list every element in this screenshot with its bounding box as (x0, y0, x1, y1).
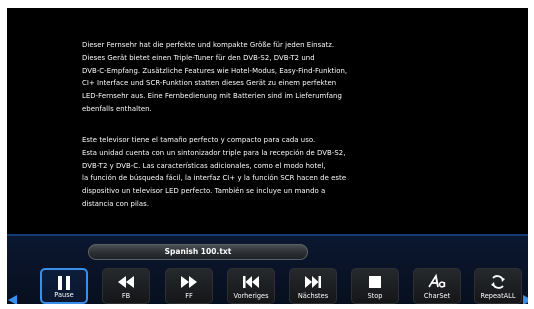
text-line: DVB-T2 y DVB-C. Las características adic… (82, 161, 326, 170)
fast-backward-button[interactable]: FB (102, 268, 150, 304)
repeat-all-label: RepeatALL (480, 292, 516, 300)
pause-label: Pause (54, 291, 74, 299)
text-line: la función de búsqueda fácil, la interfa… (82, 174, 347, 183)
text-line: Dieser Fernsehr hat die perfekte und kom… (82, 41, 335, 49)
pause-icon (58, 276, 70, 290)
fast-forward-icon (181, 276, 197, 288)
paragraph-spanish: Este televisor tiene el tamaño perfecto … (82, 134, 482, 211)
stop-button[interactable]: Stop (351, 268, 399, 304)
repeat-icon (491, 275, 505, 289)
text-viewer: Dieser Fernsehr hat die perfekte und kom… (7, 8, 528, 234)
text-line: Esta unidad cuenta con un sintonizador t… (82, 148, 346, 157)
previous-label: Vorheriges (233, 292, 269, 300)
arrow-left-icon[interactable] (8, 295, 17, 304)
fast-forward-button[interactable]: FF (165, 268, 213, 304)
text-line: dispositivo un televisor LED perfecto. T… (82, 187, 326, 196)
text-line: distancia con pilas. (82, 199, 150, 208)
tv-screen: Dieser Fernsehr hat die perfekte und kom… (7, 8, 528, 304)
skip-next-icon (305, 276, 321, 288)
text-line: CI+ Interface und SCR-Funktion statten d… (82, 79, 337, 88)
fast-backward-label: FB (121, 292, 131, 300)
filename-bar: Spanish 100.txt (88, 244, 308, 260)
stop-label: Stop (367, 292, 383, 300)
fast-forward-label: FF (185, 292, 193, 300)
paragraph-german: Dieser Fernsehr hat die perfekte und kom… (82, 39, 482, 116)
text-line: Este televisor tiene el tamaño perfecto … (82, 136, 316, 144)
text-line: ebenfalls enthalten. (82, 104, 152, 113)
next-label: Nächstes (297, 292, 329, 300)
filename-label: Spanish 100.txt (164, 247, 232, 256)
repeat-all-button[interactable]: RepeatALL (474, 268, 522, 304)
stop-icon (369, 276, 381, 288)
player-control-bar: Spanish 100.txt Pause FB FF Vorheriges N… (7, 236, 528, 304)
pause-button[interactable]: Pause (40, 268, 88, 304)
text-line: DVB-C-Empfang. Zusätzliche Features wie … (82, 66, 348, 75)
charset-icon (428, 273, 446, 288)
charset-label: CharSet (423, 292, 451, 300)
skip-previous-icon (243, 276, 259, 288)
text-line: Dieses Gerät bietet einen Triple-Tuner f… (82, 53, 315, 62)
next-button[interactable]: Nächstes (289, 268, 337, 304)
previous-button[interactable]: Vorheriges (227, 268, 275, 304)
text-line: LED-Fernsehr aus. Eine Fernbedienung mit… (82, 92, 342, 101)
charset-button[interactable]: CharSet (413, 268, 461, 304)
arrow-right-icon[interactable] (523, 295, 528, 304)
fast-backward-icon (118, 276, 134, 288)
